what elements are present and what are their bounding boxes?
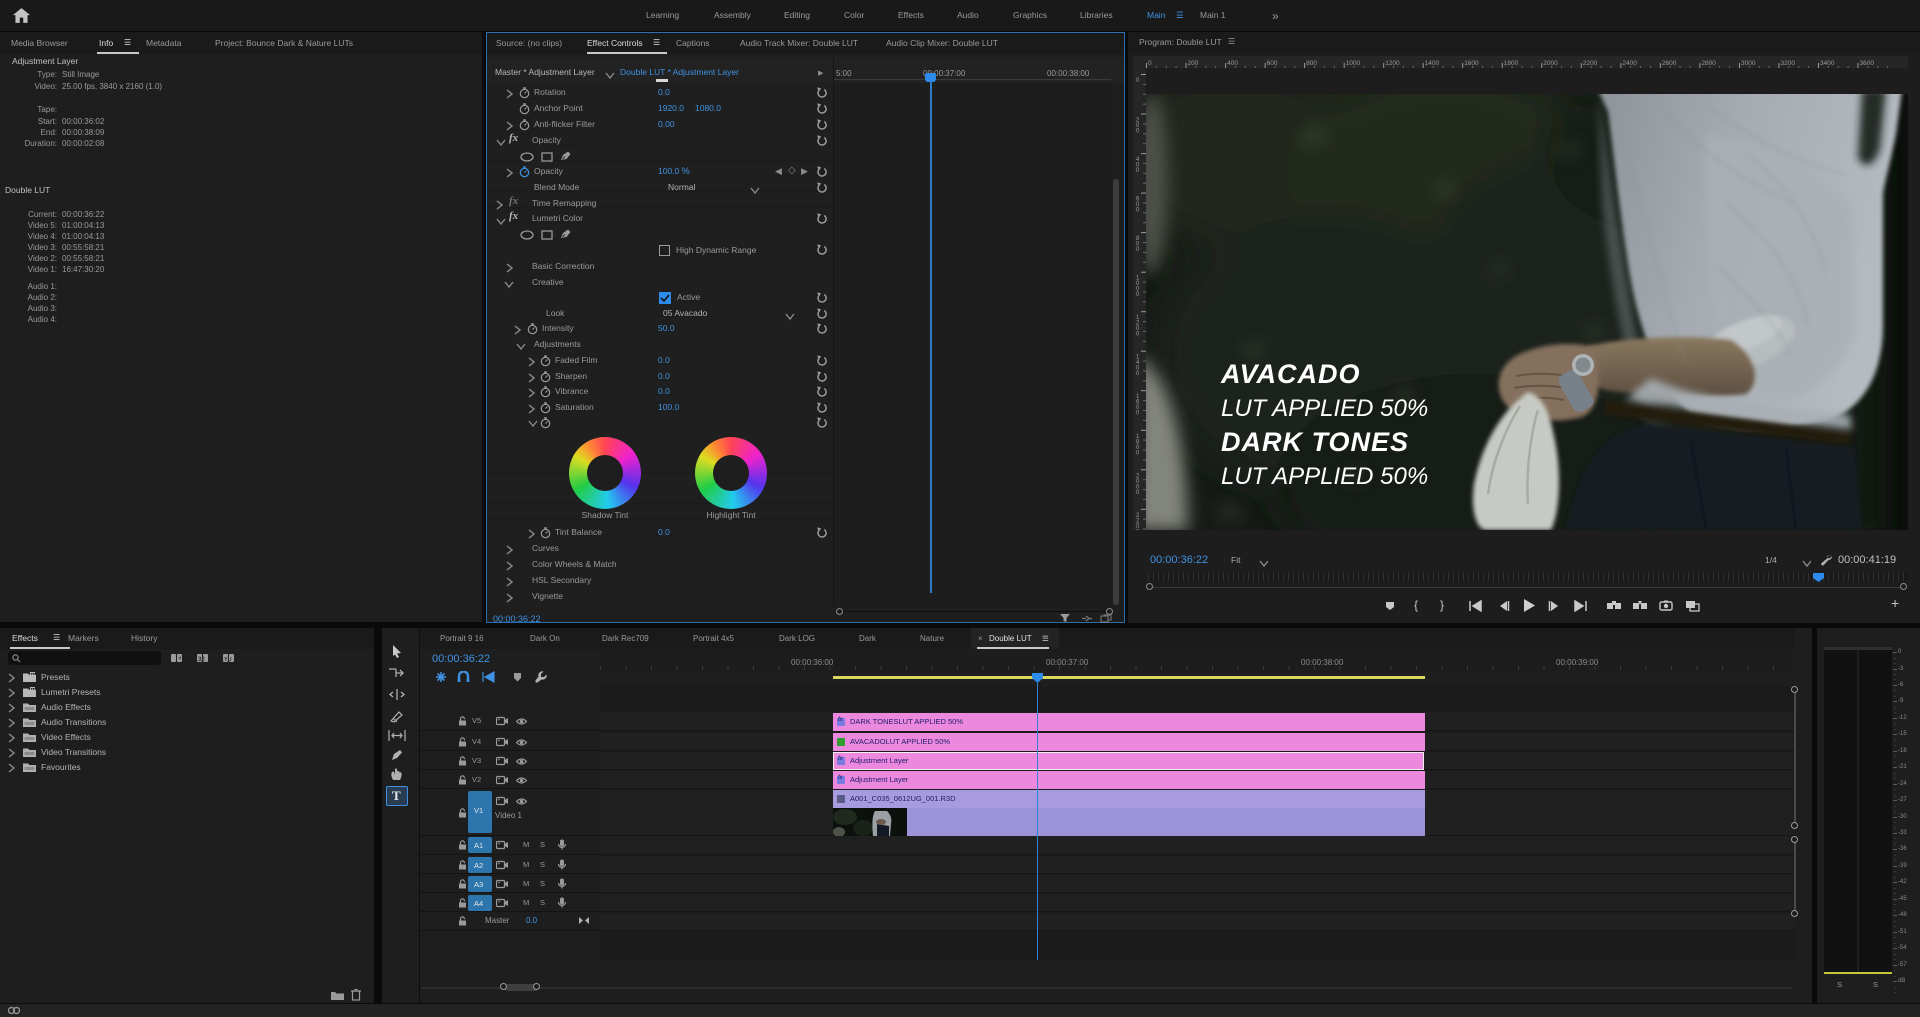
svg-text:32: 32 xyxy=(198,657,205,663)
svg-text:3400: 3400 xyxy=(1820,60,1835,67)
svg-text:800: 800 xyxy=(1306,60,1317,67)
svg-text:0: 0 xyxy=(1136,529,1140,530)
svg-text:AVACADO: AVACADO xyxy=(1220,359,1361,389)
svg-text:0: 0 xyxy=(1136,129,1140,135)
svg-text:DARK TONES: DARK TONES xyxy=(1221,427,1409,457)
svg-text:0: 0 xyxy=(1136,208,1140,214)
svg-text:0: 0 xyxy=(1136,247,1140,253)
svg-text:3600: 3600 xyxy=(1860,60,1875,67)
svg-text:LUT APPLIED 50%: LUT APPLIED 50% xyxy=(1221,395,1428,422)
svg-text:2000: 2000 xyxy=(1543,60,1558,67)
svg-text:0: 0 xyxy=(1136,450,1140,456)
svg-text:1800: 1800 xyxy=(1504,60,1519,67)
svg-text:0: 0 xyxy=(1136,292,1140,298)
svg-text:1400: 1400 xyxy=(1425,60,1440,67)
svg-text:200: 200 xyxy=(1188,60,1199,67)
svg-text:0: 0 xyxy=(1148,60,1152,67)
svg-text:0: 0 xyxy=(1136,78,1140,84)
svg-text:400: 400 xyxy=(1227,60,1238,67)
svg-text:YU: YU xyxy=(224,657,232,663)
svg-text:1200: 1200 xyxy=(1385,60,1400,67)
svg-text:600: 600 xyxy=(1267,60,1278,67)
svg-text:1600: 1600 xyxy=(1464,60,1479,67)
svg-text:2600: 2600 xyxy=(1662,60,1677,67)
svg-text:0: 0 xyxy=(1136,490,1140,496)
svg-text:2800: 2800 xyxy=(1701,60,1716,67)
svg-text:1000: 1000 xyxy=(1346,60,1361,67)
svg-text:2400: 2400 xyxy=(1622,60,1637,67)
svg-text:3000: 3000 xyxy=(1741,60,1756,67)
svg-text:0: 0 xyxy=(1136,411,1140,417)
svg-text:0: 0 xyxy=(1136,332,1140,338)
svg-text:0: 0 xyxy=(1136,371,1140,377)
svg-text:0: 0 xyxy=(1136,168,1140,174)
svg-text:LUT APPLIED 50%: LUT APPLIED 50% xyxy=(1221,463,1428,490)
svg-text:3200: 3200 xyxy=(1781,60,1796,67)
svg-text:2200: 2200 xyxy=(1583,60,1598,67)
